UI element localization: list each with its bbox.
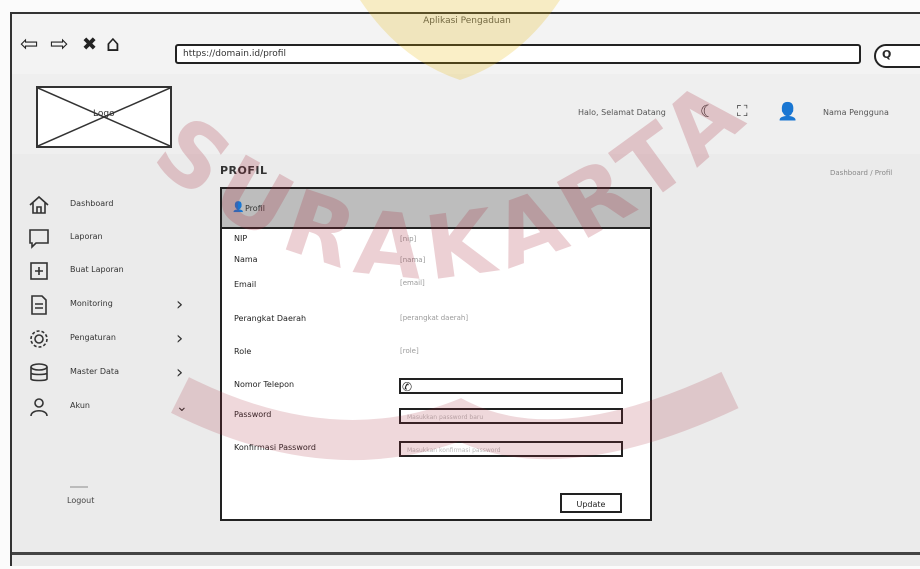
sidebar-item-akun[interactable]: Akun ⌄ (28, 396, 198, 422)
sidebar-item-label: Laporan (70, 232, 103, 241)
field-label-perangkat-daerah: Perangkat Daerah (234, 314, 307, 323)
home-icon[interactable]: ⌂ (106, 34, 120, 56)
sidebar-item-label: Pengaturan (70, 333, 116, 342)
profile-card: 👤 Profil NIP [nip] Nama [nama] Email [em… (220, 187, 652, 521)
field-label-phone: Nomor Telepon (234, 380, 295, 389)
phone-icon: ✆ (402, 380, 413, 394)
gear-icon (30, 330, 48, 348)
logo-text: Logo (93, 109, 115, 119)
field-value-nip: [nip] (400, 235, 417, 243)
field-label-email: Email (234, 280, 257, 289)
field-value-nama: [nama] (400, 256, 426, 264)
breadcrumb: Dashboard / Profil (830, 169, 893, 177)
chat-icon (29, 229, 49, 249)
sidebar-item-laporan[interactable]: Laporan (28, 227, 198, 253)
fullscreen-icon[interactable]: ⛶ (737, 102, 748, 120)
arrow-right-icon[interactable]: ⇨ (50, 34, 68, 56)
field-label-password: Password (234, 410, 272, 419)
logo: Logo (36, 86, 172, 148)
user-icon[interactable]: 👤 (777, 102, 798, 122)
username[interactable]: Nama Pengguna (823, 108, 889, 117)
sidebar-item-pengaturan[interactable]: Pengaturan › (28, 328, 198, 354)
sidebar-item-buat-laporan[interactable]: Buat Laporan (28, 260, 198, 286)
submenu-divider (70, 486, 88, 488)
card-title: Profil (245, 204, 265, 213)
welcome-text: Halo, Selamat Datang (578, 108, 666, 117)
logout-link[interactable]: Logout (67, 496, 94, 505)
url-bar[interactable]: https://domain.id/profil (175, 44, 861, 64)
sidebar: Dashboard Laporan Buat Laporan Monitorin… (12, 154, 212, 566)
card-header: 👤 Profil (222, 189, 650, 229)
field-label-nama: Nama (234, 255, 258, 264)
sidebar-item-label: Akun (70, 401, 90, 410)
field-value-perangkat-daerah: [perangkat daerah] (400, 314, 469, 322)
app-header: Logo Halo, Selamat Datang ☾ ⛶ 👤 Nama Pen… (12, 74, 920, 154)
footer-divider (12, 552, 920, 555)
field-value-email: [email] (400, 279, 425, 287)
add-icon (30, 262, 48, 280)
app-window: Logo Halo, Selamat Datang ☾ ⛶ 👤 Nama Pen… (10, 74, 920, 566)
field-label-nip: NIP (234, 234, 248, 243)
database-icon (30, 363, 48, 382)
search-icon: Q (882, 48, 892, 61)
browser-chrome: Aplikasi Pengaduan ⇦ ⇨ ✖ ⌂ https://domai… (10, 12, 920, 76)
window-title: Aplikasi Pengaduan (423, 16, 511, 26)
user-icon: 👤 (232, 202, 245, 213)
password-field[interactable]: Masukkan password baru (399, 408, 623, 424)
sidebar-item-master-data[interactable]: Master Data › (28, 362, 198, 388)
field-value-role: [role] (400, 347, 419, 355)
page-title: PROFIL (220, 164, 268, 177)
close-icon[interactable]: ✖ (82, 34, 97, 56)
confirm-password-field[interactable]: Masukkan konfirmasi password (399, 441, 623, 457)
document-icon (31, 295, 47, 315)
field-label-role: Role (234, 347, 252, 356)
sidebar-item-monitoring[interactable]: Monitoring › (28, 294, 198, 320)
chevron-down-icon: ⌄ (176, 399, 188, 415)
phone-field[interactable]: ✆ (399, 378, 623, 394)
arrow-left-icon[interactable]: ⇦ (20, 34, 38, 56)
update-button[interactable]: Update (560, 493, 622, 513)
browser-search[interactable]: Q (874, 44, 920, 68)
sidebar-item-label: Monitoring (70, 299, 113, 308)
chevron-right-icon: › (176, 362, 184, 383)
home-icon (29, 195, 49, 214)
chevron-right-icon: › (176, 294, 184, 315)
field-label-confirm-password: Konfirmasi Password (234, 443, 316, 452)
chevron-right-icon: › (176, 328, 184, 349)
sidebar-item-dashboard[interactable]: Dashboard (28, 194, 198, 220)
sidebar-item-label: Master Data (70, 367, 119, 376)
user-icon (30, 398, 48, 417)
moon-icon[interactable]: ☾ (700, 102, 715, 122)
sidebar-item-label: Buat Laporan (70, 265, 124, 274)
sidebar-item-label: Dashboard (70, 199, 114, 208)
